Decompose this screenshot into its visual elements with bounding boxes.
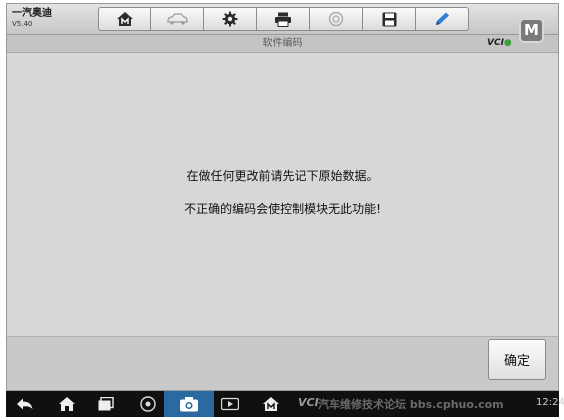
home-icon [59,397,75,411]
forum-watermark: 汽车维修技术论坛 bbs.cphuo.com [318,398,504,411]
vehicle-swap-button[interactable] [151,7,204,31]
gear-icon [222,11,238,27]
help-circle-icon [328,11,344,27]
autel-home-button[interactable] [260,394,282,414]
recent-apps-button[interactable] [95,394,117,414]
camera-icon [180,397,198,412]
car-swap-icon [167,13,188,25]
floppy-icon [382,12,396,26]
app-window: 一汽奥迪 V5.40 软件编码 VCI● 在做任何更改前请先记下原始数据。 不正… [6,3,559,391]
bottom-action-bar [7,336,558,390]
browser-button[interactable] [137,394,159,414]
home-m-icon [116,12,133,26]
vci-status: VCI● [487,38,512,48]
edit-button[interactable] [416,7,469,31]
help-button[interactable] [310,7,363,31]
printer-icon [275,12,291,27]
home-nav-button[interactable] [56,394,78,414]
app-version: V5.40 [12,20,33,28]
pen-icon [436,12,449,25]
warning-message-line-1: 在做任何更改前请先记下原始数据。 [186,169,379,183]
back-arrow-icon [17,398,33,410]
warning-message-line-2: 不正确的编码会使控制模块无此功能! [184,202,381,216]
settings-button[interactable] [204,7,257,31]
confirm-button[interactable]: 确定 [488,339,546,380]
screen-record-button[interactable] [219,394,241,414]
m-floating-button[interactable]: M [519,18,544,43]
page-header: 软件编码 VCI● [7,35,558,53]
back-button[interactable] [14,394,36,414]
home-button[interactable] [98,7,151,31]
recent-apps-icon [98,397,114,411]
vci-connected-icon: ● [503,38,512,48]
system-navigation-bar: VCI 汽车维修技术论坛 bbs.cphuo.com 12:24 [6,391,564,417]
message-panel: 在做任何更改前请先记下原始数据。 不正确的编码会使控制模块无此功能! [7,53,558,335]
screen-record-icon [221,397,239,411]
save-button[interactable] [363,7,416,31]
screenshot-button[interactable] [164,391,214,417]
clock: 12:24 [536,397,564,408]
vci-nav-label: VCI [298,396,319,409]
app-title: 一汽奥迪 [12,8,52,19]
browser-icon [140,396,156,412]
vci-label: VCI [487,38,504,48]
top-toolbar-bar: 一汽奥迪 V5.40 [7,4,558,35]
toolbar [98,7,469,31]
home-m-icon [263,397,279,411]
page-title: 软件编码 [262,38,303,49]
print-button[interactable] [257,7,310,31]
